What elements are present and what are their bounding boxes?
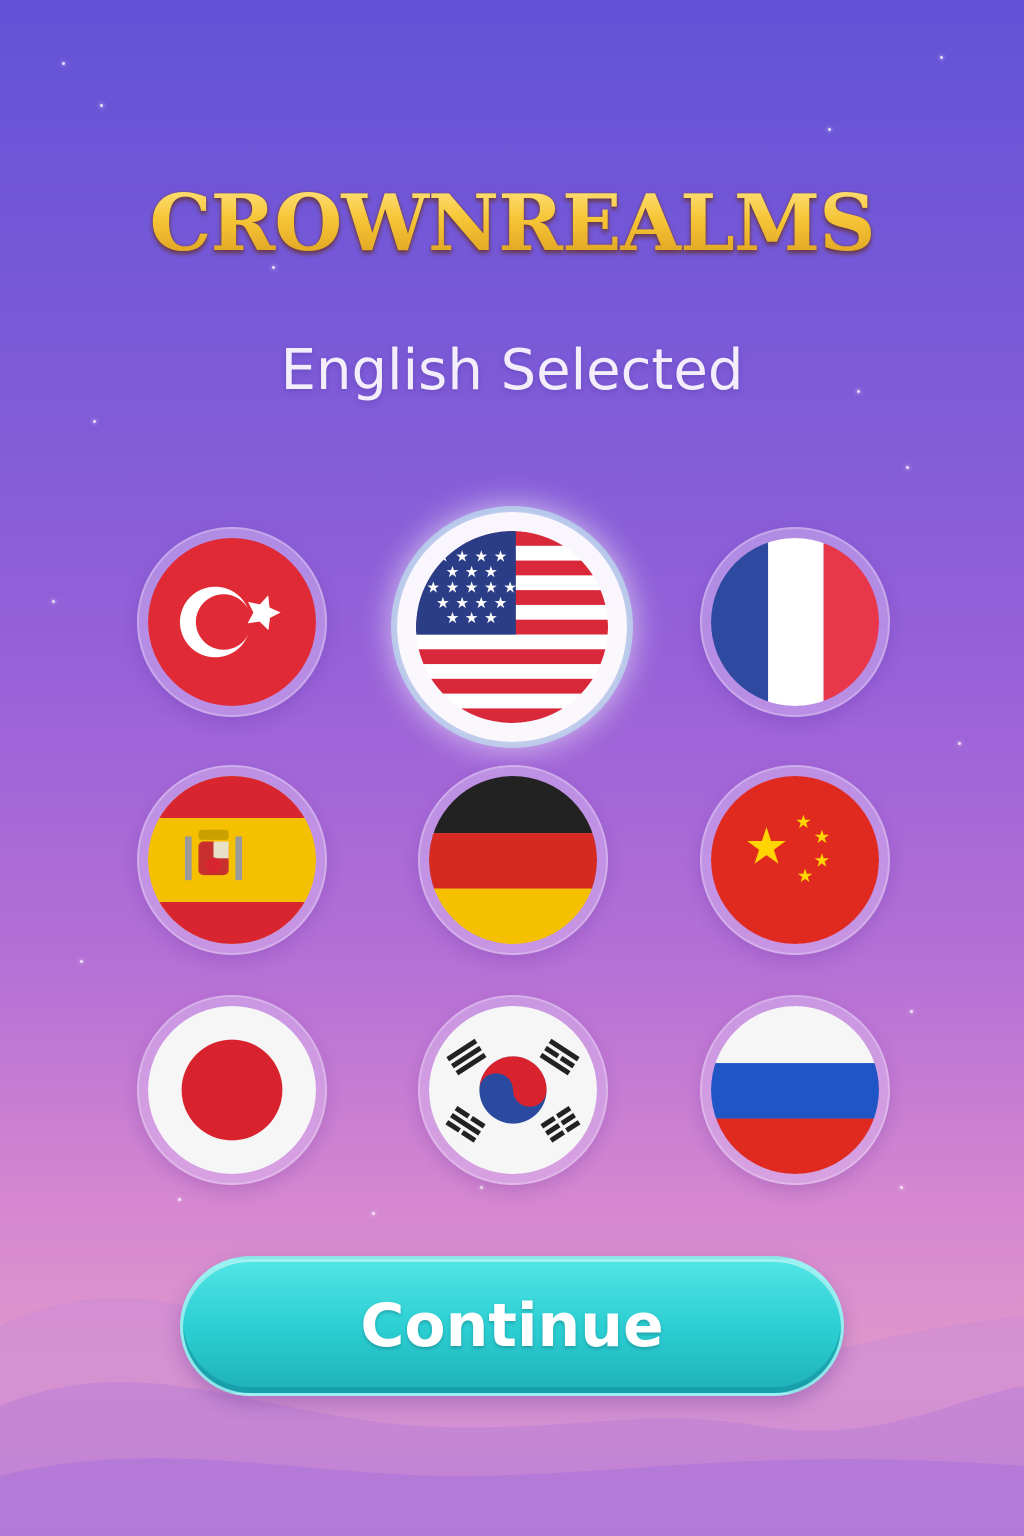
language-option-korean[interactable] (418, 995, 608, 1185)
svg-text:★: ★ (484, 609, 498, 627)
language-option-chinese[interactable]: ★ ★ ★ ★ ★ (700, 765, 890, 955)
china-flag-icon: ★ ★ ★ ★ ★ (711, 776, 879, 944)
continue-button-label: Continue (360, 1291, 664, 1361)
svg-text:★: ★ (795, 812, 812, 833)
japan-flag-icon (148, 1006, 316, 1174)
language-option-russian[interactable] (700, 995, 890, 1185)
svg-text:★: ★ (797, 866, 814, 887)
language-option-japanese[interactable] (137, 995, 327, 1185)
svg-text:★: ★ (446, 609, 460, 627)
language-option-german[interactable] (418, 765, 608, 955)
germany-flag-icon (429, 776, 597, 944)
language-option-spanish[interactable] (137, 765, 327, 955)
russia-flag-icon (711, 1006, 879, 1174)
svg-text:★: ★ (814, 827, 831, 848)
turkey-flag-icon (148, 538, 316, 706)
language-option-french[interactable] (700, 527, 890, 717)
svg-text:★: ★ (744, 816, 789, 875)
usa-flag-icon: ★ ★ ★ ★ ★ ★ ★ ★ ★ ★ ★ ★ ★ ★ ★ ★ ★ ★ ★ (416, 531, 608, 723)
language-option-english[interactable]: ★ ★ ★ ★ ★ ★ ★ ★ ★ ★ ★ ★ ★ ★ ★ ★ ★ ★ ★ (397, 512, 627, 742)
south-korea-flag-icon (429, 1006, 597, 1174)
continue-button[interactable]: Continue (180, 1256, 844, 1396)
svg-text:★: ★ (465, 609, 479, 627)
language-option-turkish[interactable] (137, 527, 327, 717)
spain-flag-icon (148, 776, 316, 944)
france-flag-icon (711, 538, 879, 706)
svg-text:★: ★ (814, 851, 831, 872)
